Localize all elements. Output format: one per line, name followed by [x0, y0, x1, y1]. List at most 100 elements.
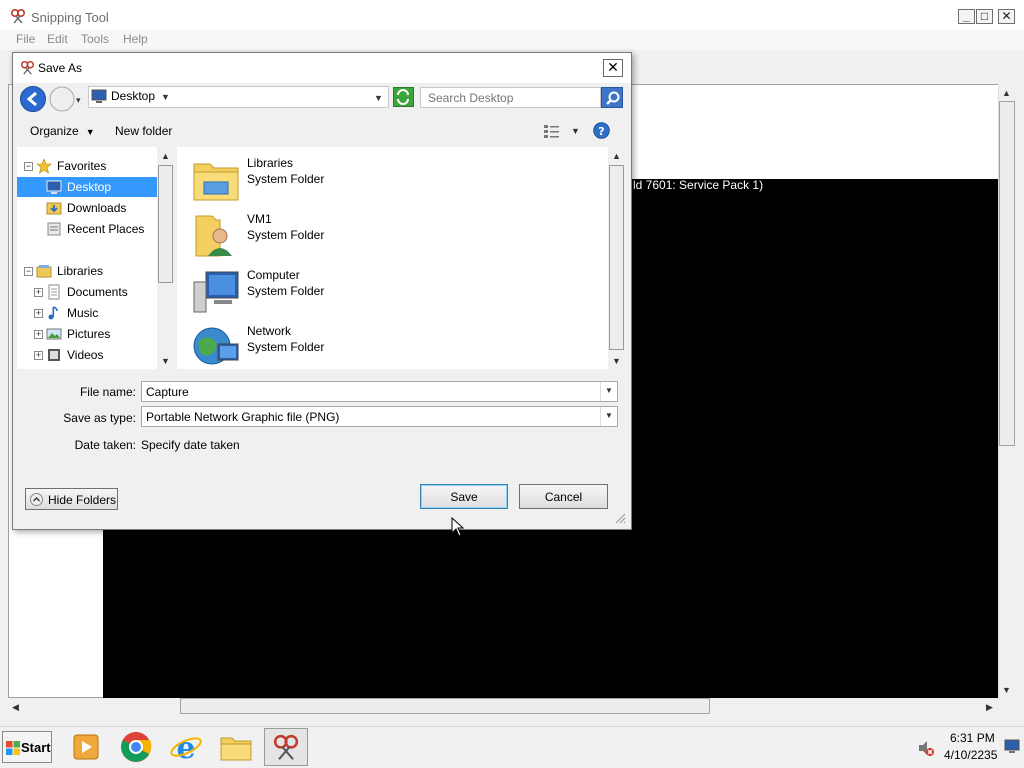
organize-label: Organize	[30, 124, 79, 138]
window-title: Snipping Tool	[31, 10, 109, 25]
nav-desktop[interactable]: Desktop	[17, 177, 157, 197]
show-desktop-icon[interactable]	[1004, 738, 1020, 754]
desktop-icon	[46, 180, 62, 194]
scroll-down-icon[interactable]: ▼	[612, 356, 621, 366]
chevron-down-icon[interactable]: ▼	[600, 382, 617, 401]
scroll-right-icon[interactable]: ▶	[986, 702, 993, 712]
maximize-icon: □	[980, 9, 989, 23]
recent-places-icon	[47, 222, 61, 236]
address-path[interactable]: Desktop	[111, 89, 155, 103]
nav-downloads[interactable]: Downloads	[17, 198, 157, 218]
snipping-tool-taskbar-button[interactable]	[264, 728, 308, 766]
file-item-computer[interactable]: Computer System Folder	[192, 265, 442, 315]
close-button[interactable]: ✕	[998, 9, 1015, 24]
help-icon[interactable]: ?	[593, 122, 610, 139]
recent-pages-chevron-down-icon[interactable]: ▾	[76, 95, 81, 105]
refresh-icon[interactable]	[393, 87, 414, 107]
save-as-type-label: Save as type:	[63, 411, 136, 425]
breadcrumb-chevron-down-icon[interactable]: ▼	[161, 92, 170, 102]
nav-recent-places[interactable]: Recent Places	[17, 219, 157, 239]
nav-documents-label: Documents	[67, 285, 128, 299]
menu-edit[interactable]: Edit	[47, 32, 68, 46]
file-list-scroll-thumb[interactable]	[609, 165, 624, 350]
menu-tools[interactable]: Tools	[81, 32, 109, 46]
main-titlebar[interactable]	[0, 0, 1024, 30]
nav-favorites-label: Favorites	[57, 159, 107, 173]
file-name: Network	[247, 324, 292, 338]
maximize-button[interactable]: □	[976, 9, 993, 24]
nav-videos[interactable]: + Videos	[17, 345, 157, 365]
dialog-titlebar[interactable]	[13, 53, 631, 83]
search-input[interactable]	[420, 87, 601, 108]
file-explorer-icon[interactable]	[218, 730, 254, 764]
svg-text:?: ?	[598, 125, 604, 138]
save-as-type-select[interactable]: Portable Network Graphic file (PNG) ▼	[141, 406, 618, 427]
file-item-vm1[interactable]: VM1 System Folder	[192, 209, 442, 259]
menu-help[interactable]: Help	[123, 32, 148, 46]
file-name-field[interactable]: Capture ▼	[141, 381, 618, 402]
media-player-icon[interactable]	[68, 730, 104, 764]
nav-scroll-thumb[interactable]	[158, 165, 173, 283]
nav-favorites[interactable]: − Favorites	[17, 156, 157, 176]
scroll-left-icon[interactable]: ◀	[12, 702, 19, 712]
mouse-cursor-icon	[451, 517, 465, 537]
expand-icon[interactable]: +	[34, 351, 43, 360]
speaker-muted-icon[interactable]	[917, 739, 935, 757]
view-chevron-down-icon[interactable]: ▼	[571, 126, 580, 136]
scroll-down-icon[interactable]: ▼	[1002, 685, 1011, 695]
cancel-button[interactable]: Cancel	[519, 484, 608, 509]
file-name: VM1	[247, 212, 272, 226]
chevron-down-icon[interactable]: ▼	[600, 407, 617, 426]
address-dropdown-icon[interactable]: ▼	[374, 93, 383, 103]
file-item-network[interactable]: Network System Folder	[192, 321, 442, 371]
dialog-close-button[interactable]: ✕	[603, 59, 623, 77]
forward-button[interactable]	[48, 85, 76, 113]
new-folder-button[interactable]: New folder	[115, 124, 172, 138]
scroll-down-icon[interactable]: ▼	[161, 356, 170, 366]
collapse-icon[interactable]: −	[24, 162, 33, 171]
scissors-icon	[20, 60, 35, 75]
expand-icon[interactable]: +	[34, 288, 43, 297]
nav-music[interactable]: + Music	[17, 303, 157, 323]
internet-explorer-icon[interactable]: e	[168, 730, 204, 764]
file-type: System Folder	[247, 228, 325, 242]
star-icon	[36, 158, 52, 174]
file-type: System Folder	[247, 172, 325, 186]
back-button[interactable]	[19, 85, 47, 113]
svg-text:e: e	[176, 731, 195, 764]
scroll-up-icon[interactable]: ▲	[612, 151, 621, 161]
scroll-up-icon[interactable]: ▲	[1002, 88, 1011, 98]
file-item-libraries[interactable]: Libraries System Folder	[192, 153, 442, 203]
expand-icon[interactable]: +	[34, 309, 43, 318]
save-button[interactable]: Save	[420, 484, 508, 509]
search-button[interactable]	[601, 87, 623, 108]
view-options-icon[interactable]	[543, 123, 561, 139]
organize-button[interactable]: Organize ▼	[30, 124, 95, 138]
chrome-icon[interactable]	[118, 730, 154, 764]
documents-icon	[48, 284, 60, 300]
file-type: System Folder	[247, 284, 325, 298]
vertical-scroll-thumb[interactable]	[999, 101, 1015, 446]
hide-folders-button[interactable]: Hide Folders	[25, 488, 118, 510]
resize-grip-icon[interactable]	[614, 512, 626, 524]
nav-libraries[interactable]: − Libraries	[17, 261, 157, 281]
downloads-folder-icon	[46, 202, 62, 215]
nav-pictures-label: Pictures	[67, 327, 111, 341]
close-icon: ✕	[607, 59, 619, 75]
minimize-button[interactable]: _	[958, 9, 975, 24]
menu-file[interactable]: File	[16, 32, 35, 46]
nav-documents[interactable]: + Documents	[17, 282, 157, 302]
save-as-type-value: Portable Network Graphic file (PNG)	[146, 410, 340, 424]
clock-time[interactable]: 6:31 PM	[950, 731, 995, 745]
nav-pictures[interactable]: + Pictures	[17, 324, 157, 344]
horizontal-scroll-thumb[interactable]	[180, 698, 710, 714]
collapse-icon[interactable]: −	[24, 267, 33, 276]
start-button[interactable]: Start	[2, 731, 52, 763]
user-folder-icon	[195, 215, 232, 257]
expand-icon[interactable]: +	[34, 330, 43, 339]
libraries-icon	[36, 265, 52, 278]
scroll-up-icon[interactable]: ▲	[161, 151, 170, 161]
clock-date[interactable]: 4/10/2235	[944, 748, 997, 762]
date-taken-value[interactable]: Specify date taken	[141, 438, 240, 452]
scissors-icon	[10, 8, 26, 24]
